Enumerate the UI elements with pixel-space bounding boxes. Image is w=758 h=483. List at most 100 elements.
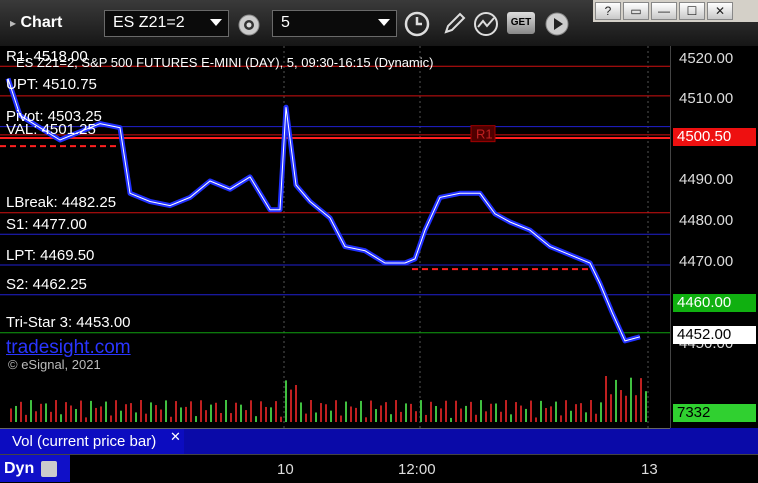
- volume-bar: [160, 409, 162, 422]
- volume-bar: [545, 408, 547, 422]
- volume-bar: [110, 415, 112, 422]
- axis-scroll-area[interactable]: [670, 428, 758, 454]
- price-tick: 4490.00: [679, 171, 734, 188]
- level-label-upt: UPT: 4510.75: [6, 76, 97, 93]
- volume-bar: [410, 403, 412, 422]
- volume-bar: [195, 416, 197, 422]
- volume-bar: [390, 414, 392, 422]
- volume-bar: [270, 407, 272, 422]
- volume-bar: [90, 400, 92, 422]
- app-title: ▸ Chart: [10, 14, 63, 31]
- volume-bar: [610, 394, 612, 422]
- volume-bar: [40, 403, 42, 422]
- close-icon[interactable]: ✕: [170, 429, 181, 445]
- volume-bar: [475, 414, 477, 422]
- volume-bar: [430, 401, 432, 422]
- volume-bar: [405, 403, 407, 422]
- volume-bar: [130, 403, 132, 422]
- volume-bar: [105, 401, 107, 422]
- volume-bar: [50, 411, 52, 422]
- volume-bar: [135, 412, 137, 422]
- volume-bar: [65, 402, 67, 422]
- volume-bar: [95, 407, 97, 422]
- volume-bar: [155, 405, 157, 422]
- maximize-button[interactable]: ☐: [679, 2, 705, 20]
- time-tick: 12:00: [398, 461, 436, 478]
- chart-toolbar: ▸ Chart ES Z21=2 5 GET ? ▭ — ☐ ✕: [0, 0, 758, 46]
- volume-bar: [275, 401, 277, 422]
- volume-bar: [640, 378, 642, 422]
- volume-bar: [30, 400, 32, 422]
- volume-panel-label: Vol (current price bar): [0, 429, 184, 455]
- volume-bar: [580, 403, 582, 422]
- interval-select[interactable]: 5: [272, 10, 397, 37]
- volume-bar: [115, 400, 117, 422]
- volume-bar: [70, 405, 72, 422]
- price-tick: 4480.00: [679, 212, 734, 229]
- volume-bar: [20, 401, 22, 422]
- level-label-r1: R1: 4518.00: [6, 48, 88, 65]
- volume-bar: [355, 407, 357, 422]
- volume-bar: [250, 400, 252, 422]
- dynamic-tab[interactable]: Dyn: [0, 455, 70, 482]
- volume-bar: [260, 401, 262, 422]
- level-label-s2: S2: 4462.25: [6, 276, 87, 293]
- volume-bar: [380, 405, 382, 422]
- volume-bar: [235, 402, 237, 422]
- volume-bar: [205, 410, 207, 422]
- volume-bar: [165, 400, 167, 422]
- volume-bar: [140, 400, 142, 422]
- volume-bar: [360, 400, 362, 422]
- gear-icon[interactable]: [236, 12, 262, 38]
- volume-bar: [450, 417, 452, 422]
- volume-bar: [600, 402, 602, 422]
- price-tick: 4510.00: [679, 90, 734, 107]
- get-button[interactable]: GET: [507, 12, 535, 34]
- volume-bar: [495, 403, 497, 422]
- clock-icon[interactable]: [403, 10, 431, 38]
- level-label-val: VAL: 4501.25: [6, 121, 96, 138]
- symbol-select[interactable]: ES Z21=2: [104, 10, 229, 37]
- volume-bar: [605, 376, 607, 422]
- volume-bar: [180, 407, 182, 422]
- volume-bar: [370, 400, 372, 422]
- volume-bar: [420, 400, 422, 422]
- time-axis[interactable]: 10 12:00 13: [0, 454, 758, 483]
- volume-bar: [220, 413, 222, 422]
- volume-bar: [520, 405, 522, 422]
- level-label-lpt: LPT: 4469.50: [6, 247, 95, 264]
- r1-marker-text: R1: [476, 127, 493, 142]
- volume-bar: [435, 406, 437, 422]
- pencil-icon[interactable]: [440, 10, 468, 38]
- volume-tag: 7332: [673, 404, 756, 422]
- help-button[interactable]: ?: [595, 2, 621, 20]
- window-controls: ? ▭ — ☐ ✕: [593, 0, 758, 22]
- interval-value: 5: [281, 14, 290, 31]
- volume-bar: [305, 413, 307, 422]
- brand-link[interactable]: tradesight.com: [6, 337, 131, 359]
- volume-bar: [285, 380, 287, 422]
- volume-bar: [540, 400, 542, 422]
- price-tag-last: 4452.00: [673, 326, 756, 344]
- volume-bar: [510, 414, 512, 422]
- link-button[interactable]: ▭: [623, 2, 649, 20]
- close-button[interactable]: ✕: [707, 2, 733, 20]
- minimize-button[interactable]: —: [651, 2, 677, 20]
- price-axis[interactable]: 4520.00 4510.00 4490.00 4480.00 4470.00 …: [670, 46, 758, 428]
- volume-bar: [645, 391, 647, 422]
- volume-bar: [215, 402, 217, 422]
- level-label-tristar: Tri-Star 3: 4453.00: [6, 314, 131, 331]
- volume-bar: [625, 395, 627, 422]
- study-icon[interactable]: [472, 10, 500, 38]
- volume-bar: [320, 403, 322, 422]
- level-label-lbreak: LBreak: 4482.25: [6, 194, 117, 211]
- lock-icon[interactable]: [40, 460, 57, 477]
- volume-bar: [440, 408, 442, 422]
- volume-bar: [265, 406, 267, 422]
- volume-bar: [325, 404, 327, 422]
- volume-bar: [170, 416, 172, 422]
- play-icon[interactable]: [543, 10, 571, 38]
- volume-bar: [490, 403, 492, 422]
- volume-bar: [55, 400, 57, 422]
- volume-bar: [445, 400, 447, 422]
